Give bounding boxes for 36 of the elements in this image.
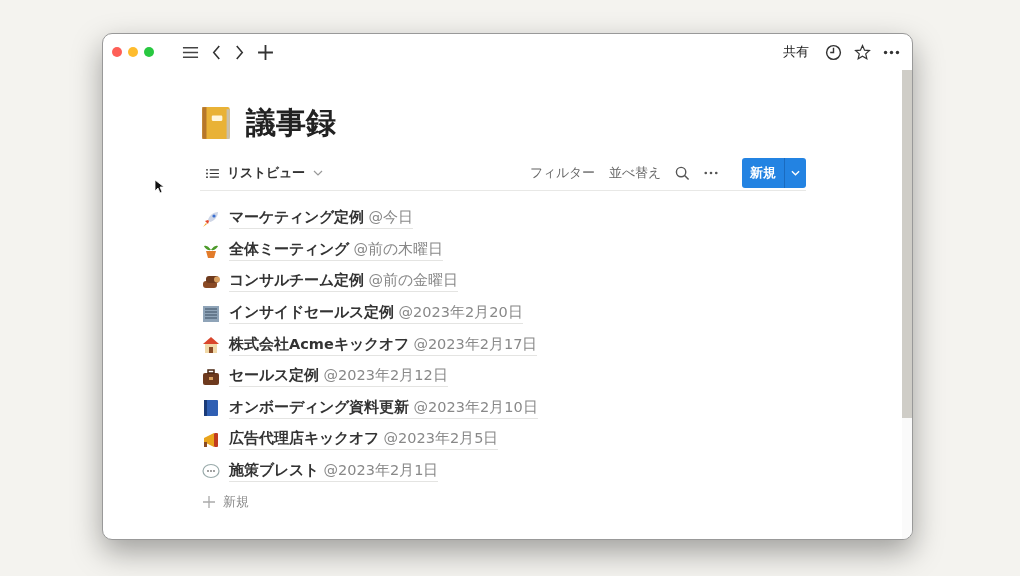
page-link[interactable]: セールス定例 @2023年2月12日	[229, 366, 448, 388]
plus-icon	[203, 496, 215, 509]
back-icon[interactable]	[211, 43, 222, 61]
page-link[interactable]: マーケティング定例 @今日	[229, 208, 414, 230]
office-building-icon	[201, 303, 221, 324]
notebook-icon	[200, 105, 232, 141]
close-button[interactable]	[112, 47, 122, 57]
page-title: 議事録	[246, 103, 336, 142]
page-link[interactable]: 広告代理店キックオフ @2023年2月5日	[229, 429, 499, 451]
chevron-down-icon	[313, 170, 323, 176]
page-link[interactable]: 施策ブレスト @2023年2月1日	[229, 461, 439, 483]
page-link[interactable]: 全体ミーティング @前の木曜日	[229, 239, 444, 261]
house-icon	[201, 335, 221, 356]
view-selector[interactable]: リストビュー	[200, 164, 323, 182]
list-icon	[206, 167, 219, 179]
new-options-button[interactable]	[784, 158, 806, 188]
scrollbar-thumb[interactable]	[902, 70, 912, 418]
forward-icon[interactable]	[234, 43, 245, 61]
new-button[interactable]: 新規	[742, 158, 784, 188]
page-link[interactable]: インサイドセールス定例 @2023年2月20日	[229, 303, 523, 325]
chevron-down-icon	[791, 170, 800, 176]
plus-icon[interactable]	[257, 43, 274, 61]
page-link[interactable]: 株式会社Acmeキックオフ @2023年2月17日	[229, 334, 538, 356]
more-icon[interactable]	[704, 171, 718, 175]
page-link[interactable]: コンサルチーム定例 @前の金曜日	[229, 271, 459, 293]
page-link[interactable]: オンボーディング資料更新 @2023年2月10日	[229, 397, 538, 419]
briefcase-icon	[201, 366, 221, 387]
star-icon[interactable]	[854, 43, 871, 61]
add-new-button[interactable]: 新規	[200, 487, 249, 518]
share-button[interactable]: 共有	[783, 43, 809, 61]
sort-button[interactable]: 並べ替え	[609, 164, 661, 182]
clock-icon[interactable]	[825, 43, 842, 61]
book-icon	[201, 398, 221, 419]
filter-button[interactable]: フィルター	[530, 164, 595, 182]
search-icon[interactable]	[675, 165, 690, 181]
mouse-cursor-icon	[154, 179, 164, 194]
